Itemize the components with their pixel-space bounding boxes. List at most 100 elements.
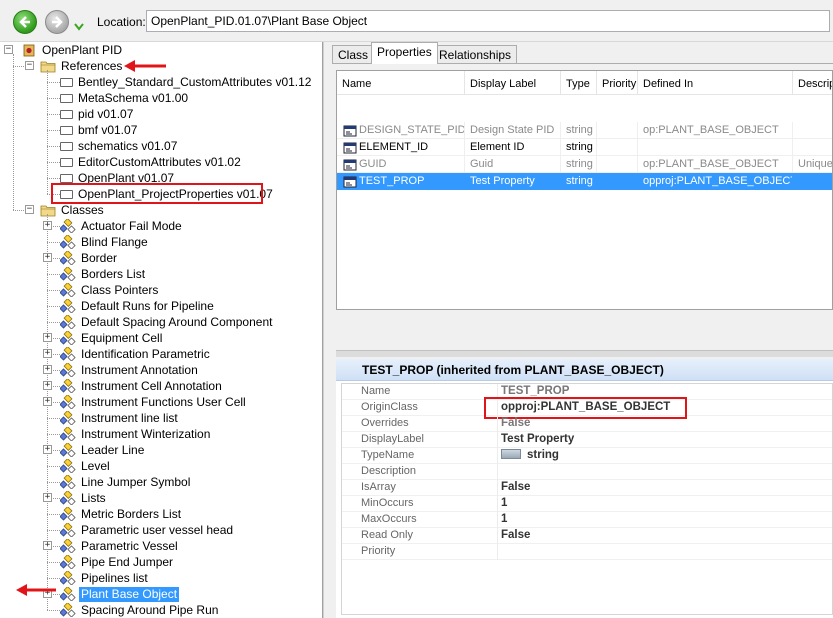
tab-properties[interactable]: Properties: [371, 42, 438, 64]
class-item[interactable]: Class Pointers: [59, 282, 160, 298]
class-item[interactable]: Instrument line list: [59, 410, 180, 426]
properties-grid[interactable]: Name Display Label Type Priority Defined In D…: [336, 70, 833, 310]
annotation-arrow-icon: [124, 60, 166, 72]
class-icon: [59, 602, 76, 618]
detail-row[interactable]: IsArray False: [342, 480, 832, 496]
class-expander[interactable]: +: [43, 221, 52, 230]
class-item[interactable]: Line Jumper Symbol: [59, 474, 192, 490]
reference-icon: [60, 109, 73, 119]
class-item[interactable]: Default Spacing Around Component: [59, 314, 274, 330]
class-expander[interactable]: +: [43, 333, 52, 342]
class-item[interactable]: Borders List: [59, 266, 147, 282]
class-item[interactable]: Lists: [59, 490, 108, 506]
class-item[interactable]: Leader Line: [59, 442, 146, 458]
column-header[interactable]: Name: [337, 71, 465, 95]
class-item[interactable]: Parametric Vessel: [59, 538, 180, 554]
detail-row[interactable]: Read Only False: [342, 528, 832, 544]
class-icon: [59, 538, 76, 554]
class-expander[interactable]: +: [43, 541, 52, 550]
back-button[interactable]: [13, 10, 37, 34]
table-row[interactable]: GUID Guid string op:PLANT_BASE_OBJECT Unique: [337, 156, 832, 173]
table-row[interactable]: DESIGN_STATE_PID Design State PID string op…: [337, 122, 832, 139]
class-item-label: Identification Parametric: [81, 346, 210, 361]
vertical-splitter[interactable]: [323, 42, 332, 618]
column-header[interactable]: Type: [561, 71, 597, 95]
column-header[interactable]: Defined In: [638, 71, 793, 95]
tree-classes[interactable]: Classes: [40, 202, 106, 218]
right-pane: Class Properties Relationships Name Displ…: [332, 42, 833, 618]
tree-references[interactable]: References: [40, 58, 124, 74]
class-item[interactable]: Plant Base Object: [59, 586, 180, 602]
class-item[interactable]: Actuator Fail Mode: [59, 218, 184, 234]
class-item[interactable]: Border: [59, 250, 119, 266]
class-expander[interactable]: +: [43, 365, 52, 374]
class-item[interactable]: Parametric user vessel head: [59, 522, 235, 538]
class-icon-svg: [59, 282, 76, 298]
class-item-label: Instrument Annotation: [81, 362, 198, 377]
class-icon-svg: [59, 554, 76, 570]
class-expander[interactable]: +: [43, 253, 52, 262]
reference-item[interactable]: MetaSchema v01.00: [60, 90, 190, 106]
tree-line: [47, 306, 60, 307]
table-row[interactable]: TEST_PROP Test Property string opproj:PLANT…: [337, 173, 832, 190]
forward-button[interactable]: [45, 10, 69, 34]
class-item[interactable]: Instrument Functions User Cell: [59, 394, 248, 410]
class-item-label: Default Spacing Around Component: [81, 314, 273, 329]
detail-row[interactable]: MinOccurs 1: [342, 496, 832, 512]
class-expander[interactable]: +: [43, 397, 52, 406]
class-expander[interactable]: +: [43, 349, 52, 358]
reference-item[interactable]: Bentley_Standard_CustomAttributes v01.12: [60, 74, 313, 90]
class-item[interactable]: Equipment Cell: [59, 330, 164, 346]
classes-expander[interactable]: −: [25, 205, 34, 214]
class-item[interactable]: Level: [59, 458, 112, 474]
dropdown-arrow-icon[interactable]: [74, 23, 84, 31]
detail-name: OriginClass: [342, 400, 498, 416]
tab-relationships[interactable]: Relationships: [433, 45, 518, 64]
tree-root[interactable]: OpenPlant PID: [21, 42, 124, 58]
table-row[interactable]: ELEMENT_ID Element ID string: [337, 139, 832, 156]
detail-value-text: False: [501, 417, 531, 429]
location-input[interactable]: OpenPlant_PID.01.07\Plant Base Object: [146, 10, 830, 32]
detail-row[interactable]: Overrides False: [342, 416, 832, 432]
references-expander[interactable]: −: [25, 61, 34, 70]
detail-row[interactable]: TypeName string: [342, 448, 832, 464]
class-item[interactable]: Pipelines list: [59, 570, 150, 586]
detail-row[interactable]: Description: [342, 464, 832, 480]
schema-tree[interactable]: − OpenPlant PID − References Bentley_Standar…: [0, 42, 323, 618]
tab-class[interactable]: Class: [332, 45, 375, 64]
reference-item[interactable]: schematics v01.07: [60, 138, 179, 154]
references-folder-icon: [40, 59, 56, 73]
reference-item[interactable]: pid v01.07: [60, 106, 135, 122]
class-item[interactable]: Instrument Winterization: [59, 426, 212, 442]
class-item[interactable]: Identification Parametric: [59, 346, 212, 362]
table-cell: [793, 173, 832, 190]
class-item[interactable]: Instrument Annotation: [59, 362, 200, 378]
class-item[interactable]: Spacing Around Pipe Run: [59, 602, 220, 618]
horizontal-splitter[interactable]: [336, 350, 833, 357]
column-header[interactable]: Descrip: [793, 71, 832, 95]
reference-item[interactable]: bmf v01.07: [60, 122, 139, 138]
class-expander[interactable]: +: [43, 445, 52, 454]
column-header[interactable]: Display Label: [465, 71, 561, 95]
root-expander[interactable]: −: [4, 45, 13, 54]
class-item[interactable]: Metric Borders List: [59, 506, 183, 522]
class-item[interactable]: Blind Flange: [59, 234, 150, 250]
detail-row[interactable]: MaxOccurs 1: [342, 512, 832, 528]
class-expander[interactable]: +: [43, 381, 52, 390]
class-icon: [59, 346, 76, 362]
class-item[interactable]: Default Runs for Pipeline: [59, 298, 216, 314]
type-icon: [501, 449, 521, 459]
toolbar: Location: OpenPlant_PID.01.07\Plant Base…: [0, 0, 833, 42]
detail-row[interactable]: DisplayLabel Test Property: [342, 432, 832, 448]
class-item[interactable]: Instrument Cell Annotation: [59, 378, 224, 394]
class-item[interactable]: Pipe End Jumper: [59, 554, 175, 570]
detail-property-grid[interactable]: Name TEST_PROP OriginClass opproj:PLANT_BAS…: [341, 383, 833, 615]
column-header[interactable]: Priority: [597, 71, 638, 95]
back-arrow-icon: [19, 16, 30, 28]
detail-name: TypeName: [342, 448, 498, 464]
tree-line: [47, 162, 60, 163]
reference-item[interactable]: EditorCustomAttributes v01.02: [60, 154, 243, 170]
class-expander[interactable]: +: [43, 493, 52, 502]
detail-row[interactable]: Priority: [342, 544, 832, 560]
class-icon-svg: [59, 458, 76, 474]
